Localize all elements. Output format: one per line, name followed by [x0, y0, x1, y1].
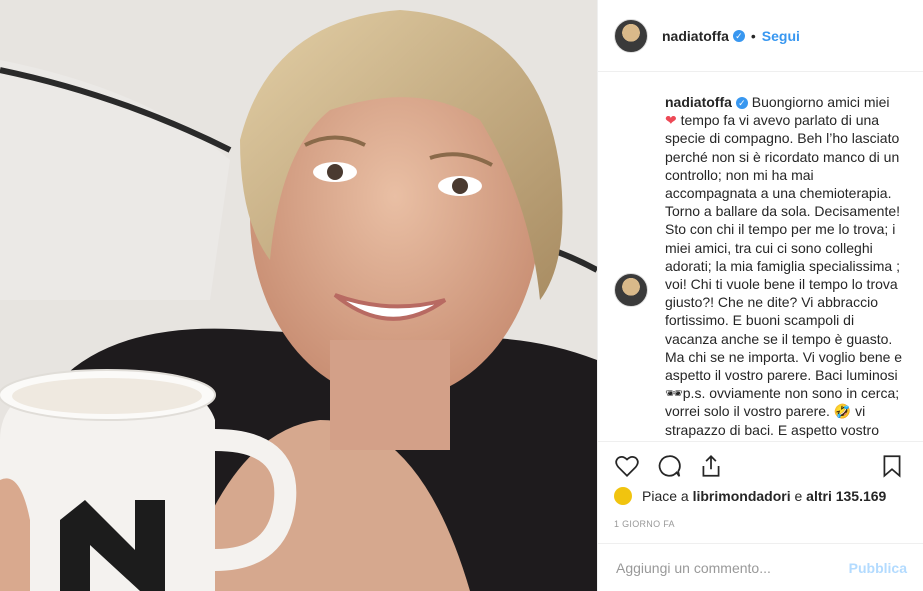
post-side-panel: nadiatoffa ✓ • Segui nadiatoffa ✓ Buongio…	[597, 0, 923, 591]
comment-bubble-icon[interactable]	[656, 453, 684, 481]
post-image	[0, 0, 597, 591]
add-comment-bar: Pubblica	[598, 543, 923, 591]
post-header: nadiatoffa ✓ • Segui	[598, 0, 923, 72]
verified-badge-icon: ✓	[732, 29, 745, 42]
liker-avatar[interactable]	[614, 487, 632, 505]
author-username[interactable]: nadiatoffa	[662, 28, 729, 44]
follow-button[interactable]: Segui	[762, 28, 800, 44]
publish-button[interactable]: Pubblica	[849, 560, 907, 576]
likes-user-link[interactable]: librimondadori	[693, 488, 791, 504]
likes-middle: e	[794, 488, 803, 504]
post-actions-bar	[598, 441, 923, 491]
heart-emoji-icon: ❤	[665, 112, 677, 129]
post-photo[interactable]	[0, 0, 597, 591]
likes-others-link[interactable]: altri 135.169	[806, 488, 886, 504]
bookmark-icon[interactable]	[879, 453, 907, 481]
author-avatar[interactable]	[614, 18, 648, 53]
caption-verified-icon: ✓	[735, 97, 748, 110]
comment-input[interactable]	[614, 558, 849, 577]
caption-section: nadiatoffa ✓ Buongiorno amici miei ❤ temp…	[598, 73, 923, 441]
header-separator: •	[750, 27, 756, 44]
caption-username[interactable]: nadiatoffa	[665, 94, 732, 110]
caption-text-part-2: tempo fa vi avevo parlato di una specie …	[665, 112, 906, 438]
likes-summary: Piace a librimondadori e altri 135.169	[614, 487, 886, 505]
like-heart-icon[interactable]	[614, 453, 642, 481]
share-icon[interactable]	[698, 453, 726, 481]
post-timestamp[interactable]: 1 GIORNO FA	[614, 519, 675, 529]
caption-text-part-1: Buongiorno amici miei	[751, 94, 890, 110]
likes-prefix: Piace a	[642, 488, 689, 504]
caption-text: nadiatoffa ✓ Buongiorno amici miei ❤ temp…	[665, 93, 907, 441]
caption-author-avatar[interactable]	[614, 273, 648, 307]
